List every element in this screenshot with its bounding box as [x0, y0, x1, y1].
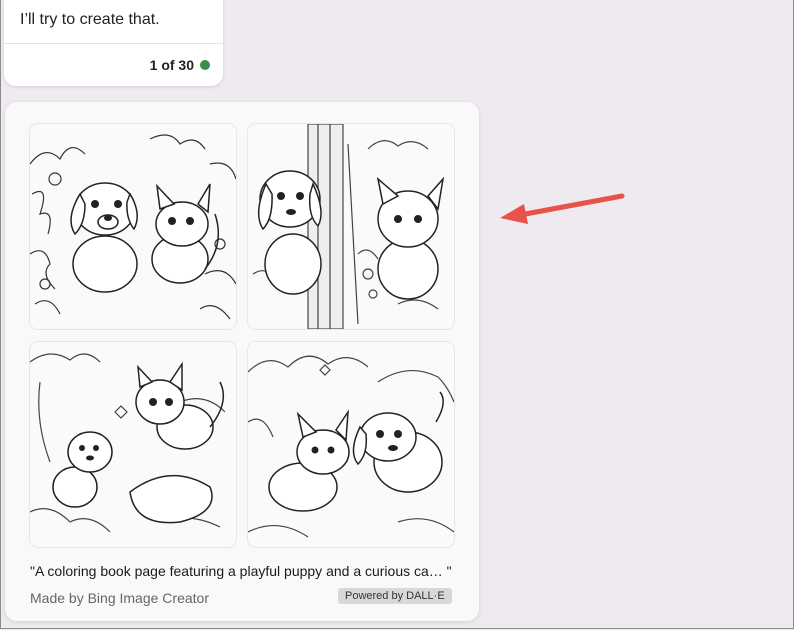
puppy-kitten-illustration-icon	[30, 342, 236, 547]
puppy-kitten-illustration-icon	[30, 124, 236, 329]
image-prompt-caption[interactable]: "A coloring book page featuring a playfu…	[30, 563, 452, 579]
divider	[4, 43, 223, 44]
made-by-label: Made by Bing Image Creator	[30, 590, 209, 606]
assistant-message-text: I’ll try to create that.	[20, 11, 160, 28]
status-dot-icon	[200, 60, 210, 70]
generated-image-1[interactable]	[30, 124, 236, 329]
message-counter: 1 of 30	[150, 57, 210, 73]
powered-by-badge: Powered by DALL·E	[338, 588, 452, 604]
assistant-message-card: I’ll try to create that. 1 of 30	[4, 0, 223, 86]
generated-image-4[interactable]	[248, 342, 454, 547]
puppy-kitten-illustration-icon	[248, 124, 454, 329]
annotation-arrow-icon	[500, 193, 625, 224]
generated-image-2[interactable]	[248, 124, 454, 329]
counter-text: 1 of 30	[149, 57, 194, 73]
image-result-card: "A coloring book page featuring a playfu…	[5, 102, 479, 621]
puppy-kitten-illustration-icon	[248, 342, 454, 547]
generated-image-3[interactable]	[30, 342, 236, 547]
